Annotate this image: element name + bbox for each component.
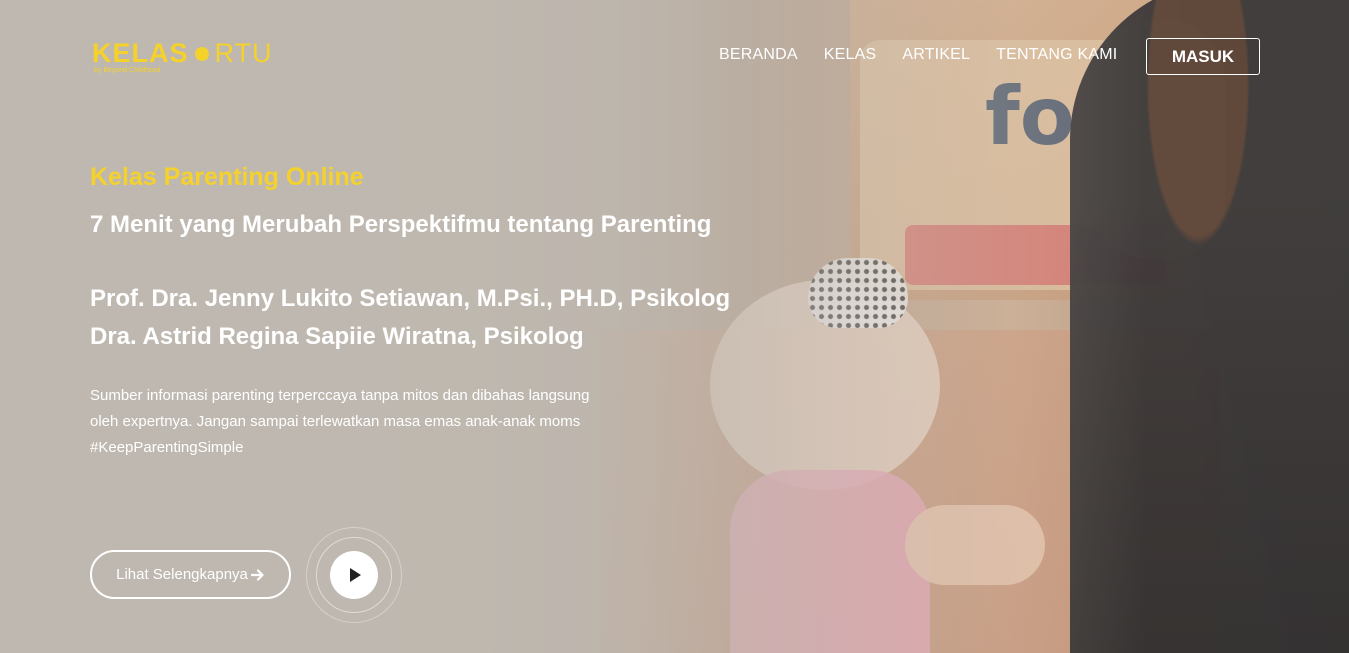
hero-kicker: Kelas Parenting Online [90,163,364,191]
play-video-button[interactable] [330,551,378,599]
nav-item-kelas[interactable]: KELAS [824,46,877,64]
speaker-name: Dra. Astrid Regina Sapiie Wiratna, Psiko… [90,323,584,350]
description-line: Sumber informasi parenting terperccaya t… [90,387,590,404]
description-hashtag: #KeepParentingSimple [90,439,244,456]
logo-word-rtu: RTU [214,38,273,68]
see-more-button[interactable]: Lihat Selengkapnya [90,550,291,599]
login-button[interactable]: MASUK [1146,38,1260,75]
speaker-name: Prof. Dra. Jenny Lukito Setiawan, M.Psi.… [90,285,731,312]
speaker-list: Prof. Dra. Jenny Lukito Setiawan, M.Psi.… [90,280,730,356]
play-icon [350,568,361,582]
hero-description: Sumber informasi parenting terperccaya t… [90,383,650,461]
nav-item-tentang-kami[interactable]: TENTANG KAMI [996,46,1117,64]
main-nav: BERANDA KELAS ARTIKEL TENTANG KAMI [719,46,1143,64]
site-logo[interactable]: KELAS RTU by Beyond Childhood [92,38,273,74]
description-line: oleh expertnya. Jangan sampai terlewatka… [90,413,581,430]
site-header: KELAS RTU by Beyond Childhood BERANDA KE… [0,0,1349,110]
logo-dot-icon [194,46,209,61]
nav-item-artikel[interactable]: ARTIKEL [902,46,970,64]
hero-headline: 7 Menit yang Merubah Perspektifmu tentan… [90,211,712,238]
nav-item-beranda[interactable]: BERANDA [719,46,798,64]
see-more-label: Lihat Selengkapnya [116,566,248,583]
arrow-right-icon [250,568,264,581]
logo-word-kelas: KELAS [92,38,189,68]
